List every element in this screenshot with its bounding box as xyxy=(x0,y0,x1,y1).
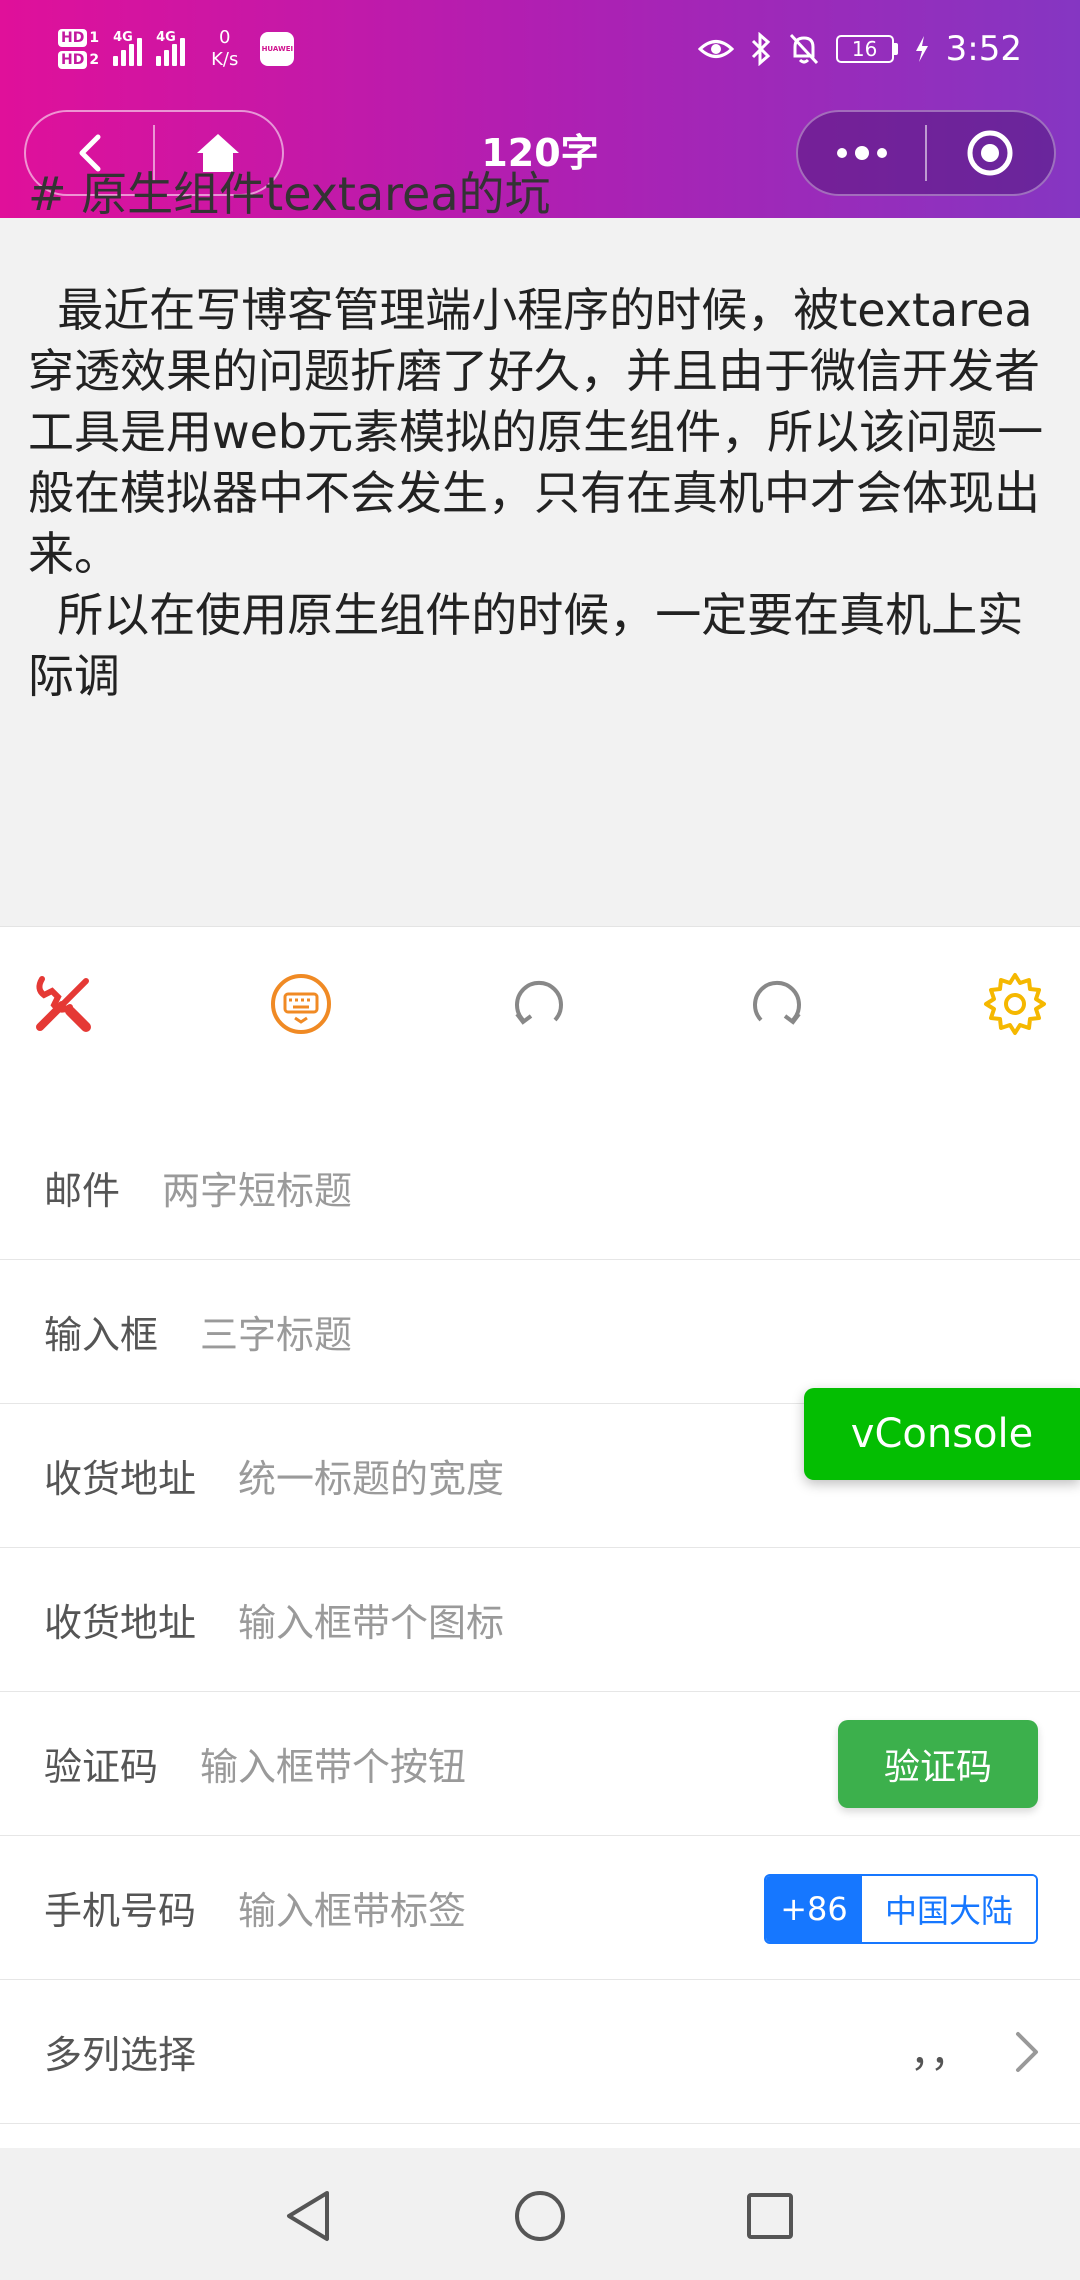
address-label-1: 收货地址 xyxy=(44,1457,197,1501)
more-dots-icon xyxy=(836,146,887,160)
tools-button[interactable] xyxy=(28,969,98,1039)
undo-button[interactable] xyxy=(504,969,574,1039)
phone-row[interactable]: 手机号码 输入框带标签 +86 中国大陆 xyxy=(0,1836,1080,1980)
mute-bell-icon xyxy=(789,33,818,65)
phone-label: 手机号码 xyxy=(44,1889,197,1933)
nav-capsule-right xyxy=(796,110,1056,196)
multi-picker-row[interactable]: 多列选择 ，， xyxy=(0,1980,1080,2124)
signal-2-icon: 4G xyxy=(156,30,186,66)
more-button[interactable] xyxy=(798,112,925,194)
huawei-app-icon: HUAWEI xyxy=(260,32,295,66)
email-label: 邮件 xyxy=(44,1169,121,1213)
input-box-label: 输入框 xyxy=(44,1313,159,1357)
form-list: 邮件 两字短标题 输入框 三字标题 收货地址 统一标题的宽度 收货地址 输入框带… xyxy=(0,1116,1080,2124)
keyboard-icon xyxy=(271,974,331,1034)
verify-code-row[interactable]: 验证码 输入框带个按钮 验证码 xyxy=(0,1692,1080,1836)
chevron-right-icon xyxy=(1016,2032,1038,2072)
clock: 3:52 xyxy=(945,29,1022,69)
settings-icon xyxy=(984,973,1046,1035)
system-nav-bar xyxy=(0,2148,1080,2280)
address-label-2: 收货地址 xyxy=(44,1601,197,1645)
hd-indicators: HD 1 HD 2 xyxy=(58,29,99,69)
input-box-row[interactable]: 输入框 三字标题 xyxy=(0,1260,1080,1404)
target-close-icon xyxy=(967,130,1013,176)
signal-1-icon: 4G xyxy=(113,30,143,66)
phone-input[interactable]: 输入框带标签 xyxy=(238,1880,466,1935)
settings-button[interactable] xyxy=(980,969,1050,1039)
system-home-button[interactable] xyxy=(510,2186,570,2246)
system-back-button[interactable] xyxy=(278,2186,338,2246)
country-code: +86 xyxy=(766,1876,862,1942)
editor-toolbar xyxy=(0,926,1080,1076)
tools-icon xyxy=(36,976,91,1032)
bluetooth-icon xyxy=(751,32,770,66)
status-bar-right: 16 3:52 xyxy=(697,14,1022,84)
address-input-1[interactable]: 统一标题的宽度 xyxy=(238,1448,504,1503)
multi-picker-label: 多列选择 xyxy=(44,2033,197,2077)
get-verify-code-button[interactable]: 验证码 xyxy=(838,1720,1038,1808)
phone-region-tag[interactable]: +86 中国大陆 xyxy=(764,1874,1038,1944)
document-heading: # 原生组件textarea的坑 xyxy=(28,167,551,221)
redo-icon xyxy=(753,980,801,1025)
net-speed: 0 K/s xyxy=(211,27,239,70)
address-input-2[interactable]: 输入框带个图标 xyxy=(238,1592,504,1647)
verify-code-label: 验证码 xyxy=(44,1745,159,1789)
eye-icon xyxy=(697,40,734,58)
input-box-input[interactable]: 三字标题 xyxy=(200,1304,352,1359)
redo-button[interactable] xyxy=(742,969,812,1039)
verify-code-input[interactable]: 输入框带个按钮 xyxy=(200,1736,466,1791)
triangle-back-icon xyxy=(287,2191,329,2241)
battery-icon: 16 xyxy=(835,35,898,63)
app-screen: HD 1 HD 2 4G 4G 0 K/s HUAWEI 16 3:52 120… xyxy=(0,0,1080,2280)
multi-picker-value: ，， xyxy=(910,2030,970,2076)
system-recents-button[interactable] xyxy=(740,2186,800,2246)
circle-home-icon xyxy=(515,2191,565,2241)
hd1-badge: HD 1 xyxy=(58,29,99,47)
charging-icon xyxy=(915,36,928,62)
status-bar-left: HD 1 HD 2 4G 4G 0 K/s HUAWEI xyxy=(58,14,295,84)
keyboard-button[interactable] xyxy=(266,969,336,1039)
square-recents-icon xyxy=(747,2193,793,2239)
vconsole-button[interactable]: vConsole xyxy=(804,1388,1080,1480)
email-input[interactable]: 两字短标题 xyxy=(162,1160,352,1215)
address-row-2[interactable]: 收货地址 输入框带个图标 xyxy=(0,1548,1080,1692)
editor-textarea[interactable]: 最近在写博客管理端小程序的时候，被textarea穿透效果的问题折磨了好久，并且… xyxy=(28,280,1058,707)
close-miniprogram-button[interactable] xyxy=(927,112,1054,194)
hd2-badge: HD 2 xyxy=(58,51,99,69)
undo-icon xyxy=(515,980,563,1025)
email-row[interactable]: 邮件 两字短标题 xyxy=(0,1116,1080,1260)
editor-area[interactable]: 最近在写博客管理端小程序的时候，被textarea穿透效果的问题折磨了好久，并且… xyxy=(0,218,1080,926)
region-name: 中国大陆 xyxy=(862,1876,1036,1942)
